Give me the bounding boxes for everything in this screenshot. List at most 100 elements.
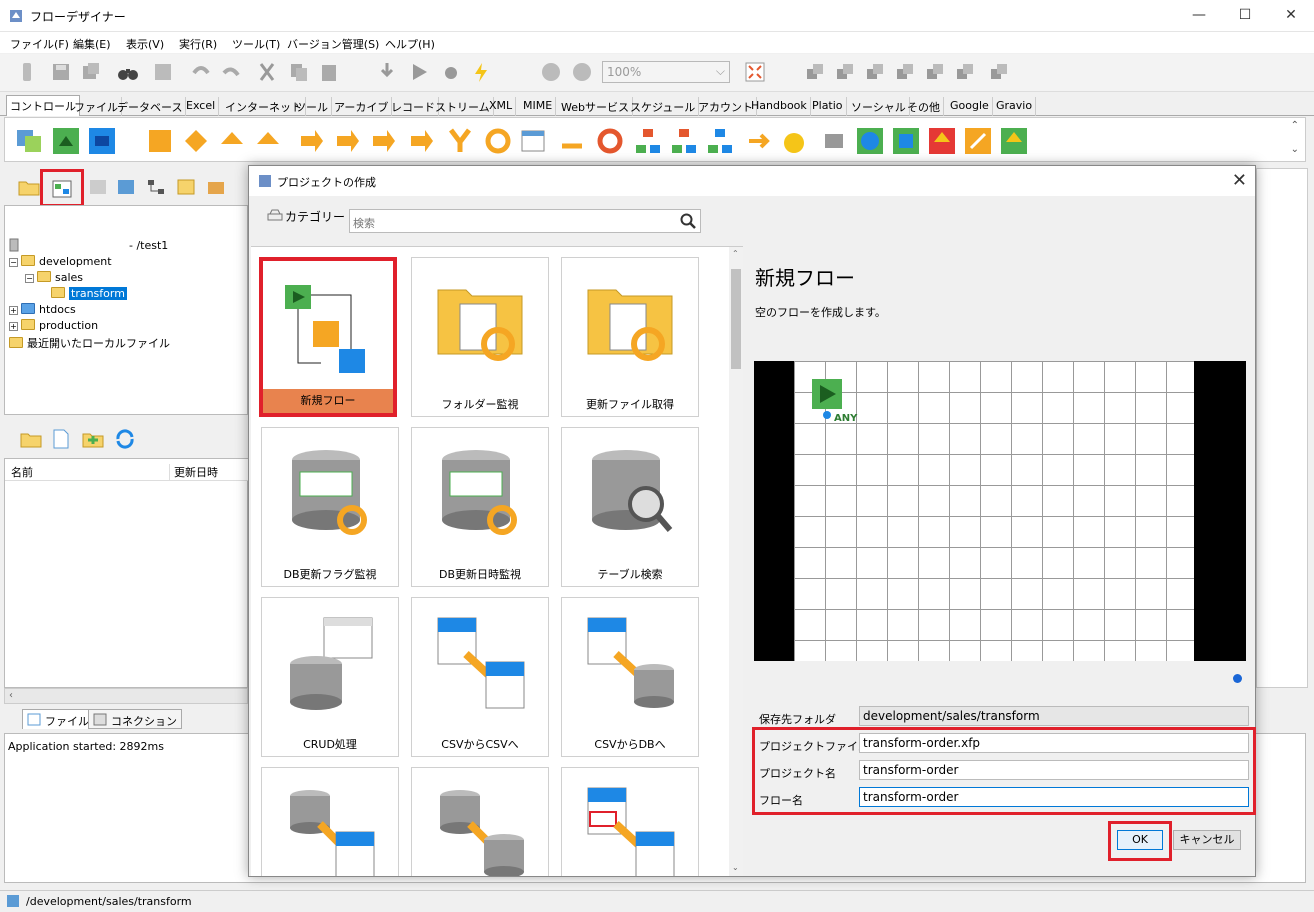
tab-social[interactable]: ソーシャル bbox=[848, 97, 910, 116]
back-icon[interactable] bbox=[540, 61, 562, 83]
menu-edit[interactable]: 編集(E) bbox=[73, 36, 111, 52]
template-db-to-db[interactable] bbox=[411, 767, 549, 876]
ex-icon[interactable] bbox=[176, 178, 196, 196]
menu-help[interactable]: ヘルプ(H) bbox=[385, 36, 435, 52]
tree-item-htdocs[interactable]: + htdocs bbox=[9, 303, 76, 316]
tab-tools[interactable]: ツール bbox=[292, 97, 332, 116]
template-table-search[interactable]: テーブル検索 bbox=[561, 427, 699, 587]
template-db-datetime-watch[interactable]: DB更新日時監視 bbox=[411, 427, 549, 587]
merge-icon[interactable] bbox=[333, 126, 363, 156]
globe-icon[interactable] bbox=[855, 126, 885, 156]
parallel-icon[interactable] bbox=[369, 126, 399, 156]
new-file-icon[interactable] bbox=[52, 429, 70, 449]
maximize-button[interactable]: ☐ bbox=[1222, 0, 1268, 30]
ok-button[interactable]: OK bbox=[1117, 830, 1163, 850]
play-icon[interactable] bbox=[408, 61, 430, 83]
align-icon-7[interactable] bbox=[988, 61, 1010, 83]
align-icon-4[interactable] bbox=[894, 61, 916, 83]
loop-icon[interactable] bbox=[483, 126, 513, 156]
undo-icon[interactable] bbox=[190, 61, 212, 83]
menu-view[interactable]: 表示(V) bbox=[126, 36, 164, 52]
add-folder-icon[interactable] bbox=[82, 430, 104, 448]
tab-mime[interactable]: MIME bbox=[520, 97, 557, 116]
template-folder-watch[interactable]: フォルダー監視 bbox=[411, 257, 549, 417]
hierarchy-icon[interactable] bbox=[146, 178, 166, 196]
raise-icon[interactable] bbox=[999, 126, 1029, 156]
palette-scroll-up-icon[interactable]: ⌃ bbox=[1291, 120, 1299, 131]
mapper-flow-icon[interactable] bbox=[145, 126, 175, 156]
scroll-down-icon[interactable]: ⌄ bbox=[732, 863, 739, 872]
template-csv-split[interactable] bbox=[561, 767, 699, 876]
template-crud[interactable]: CRUD処理 bbox=[261, 597, 399, 757]
align-icon-5[interactable] bbox=[924, 61, 946, 83]
device-icon[interactable] bbox=[16, 61, 38, 83]
preview-page-dot[interactable] bbox=[1233, 674, 1242, 683]
template-db-flag-watch[interactable]: DB更新フラグ監視 bbox=[261, 427, 399, 587]
scroll-up-icon[interactable]: ⌃ bbox=[732, 249, 739, 258]
column-name[interactable]: 名前 bbox=[11, 464, 33, 480]
save-as-icon[interactable] bbox=[80, 61, 102, 83]
tab-control[interactable]: コントロール bbox=[6, 95, 80, 116]
project-file-field[interactable]: transform-order.xfp bbox=[859, 733, 1249, 753]
align-icon-2[interactable] bbox=[834, 61, 856, 83]
subflow-icon[interactable] bbox=[633, 126, 663, 156]
tab-webservice[interactable]: Webサービス bbox=[558, 97, 633, 116]
align-icon-1[interactable] bbox=[804, 61, 826, 83]
send-icon[interactable] bbox=[963, 126, 993, 156]
tree-root[interactable]: - /test1 bbox=[129, 239, 168, 252]
template-new-flow[interactable]: 新規フロー bbox=[259, 257, 397, 417]
repeat-icon[interactable] bbox=[595, 126, 625, 156]
collapse-icon[interactable]: − bbox=[25, 274, 34, 283]
mapper-icon[interactable] bbox=[15, 126, 45, 156]
open-folder-icon[interactable] bbox=[18, 178, 40, 196]
template-updated-file[interactable]: 更新ファイル取得 bbox=[561, 257, 699, 417]
tree-item-development[interactable]: − development bbox=[9, 255, 112, 268]
tab-xml[interactable]: XML bbox=[486, 97, 517, 116]
tab-database[interactable]: データベース bbox=[114, 97, 187, 116]
expand-icon[interactable]: + bbox=[9, 322, 18, 331]
tree-item-sales[interactable]: − sales bbox=[25, 271, 83, 284]
align-icon-6[interactable] bbox=[954, 61, 976, 83]
subflow-db-icon[interactable] bbox=[705, 126, 735, 156]
scroll-left-icon[interactable]: ‹ bbox=[9, 690, 13, 701]
start-icon[interactable] bbox=[51, 126, 81, 156]
expand-icon[interactable]: + bbox=[9, 306, 18, 315]
menu-run[interactable]: 実行(R) bbox=[179, 36, 217, 52]
palette-scroll-down-icon[interactable]: ⌄ bbox=[1291, 144, 1299, 155]
import-icon[interactable] bbox=[88, 178, 108, 196]
flow-call-icon[interactable] bbox=[891, 126, 921, 156]
tab-connection[interactable]: コネクション bbox=[88, 709, 182, 729]
template-search-input[interactable]: 検索 bbox=[349, 209, 701, 233]
zoom-select[interactable]: 100% ⌵ bbox=[602, 61, 730, 83]
project-name-field[interactable]: transform-order bbox=[859, 760, 1249, 780]
forward-icon[interactable] bbox=[571, 61, 593, 83]
tab-google[interactable]: Google bbox=[947, 97, 993, 116]
cancel-button[interactable]: キャンセル bbox=[1173, 830, 1241, 850]
paste-icon[interactable] bbox=[318, 61, 340, 83]
save-icon[interactable] bbox=[50, 61, 72, 83]
binoculars-icon[interactable] bbox=[117, 61, 139, 83]
tab-schedule[interactable]: スケジュール bbox=[627, 97, 700, 116]
tab-platio[interactable]: Platio bbox=[809, 97, 847, 116]
tab-files[interactable]: ファイル bbox=[22, 709, 94, 729]
menu-file[interactable]: ファイル(F) bbox=[10, 36, 69, 52]
sleep-icon[interactable] bbox=[781, 126, 811, 156]
forward-arrow-icon[interactable] bbox=[297, 126, 327, 156]
tab-gravio[interactable]: Gravio bbox=[993, 97, 1037, 116]
tab-other[interactable]: その他 bbox=[904, 97, 944, 116]
tree-item-recent-local[interactable]: 最近開いたローカルファイル bbox=[9, 335, 170, 351]
template-db-to-csv[interactable] bbox=[261, 767, 399, 876]
flow-name-field[interactable]: transform-order bbox=[859, 787, 1249, 807]
menu-tools[interactable]: ツール(T) bbox=[232, 36, 280, 52]
fit-screen-icon[interactable] bbox=[744, 61, 766, 83]
grid-tool-icon[interactable] bbox=[152, 61, 174, 83]
close-button[interactable]: ✕ bbox=[1268, 0, 1314, 30]
dialog-close-icon[interactable]: ✕ bbox=[1232, 170, 1247, 191]
template-csv-to-db[interactable]: CSVからDBへ bbox=[561, 597, 699, 757]
tree-item-transform[interactable]: transform bbox=[51, 287, 127, 300]
text-split-icon[interactable] bbox=[217, 126, 247, 156]
trigger-icon[interactable] bbox=[470, 61, 492, 83]
align-icon-3[interactable] bbox=[864, 61, 886, 83]
template-csv-to-csv[interactable]: CSVからCSVへ bbox=[411, 597, 549, 757]
tab-handbook[interactable]: Handbook bbox=[748, 97, 811, 116]
